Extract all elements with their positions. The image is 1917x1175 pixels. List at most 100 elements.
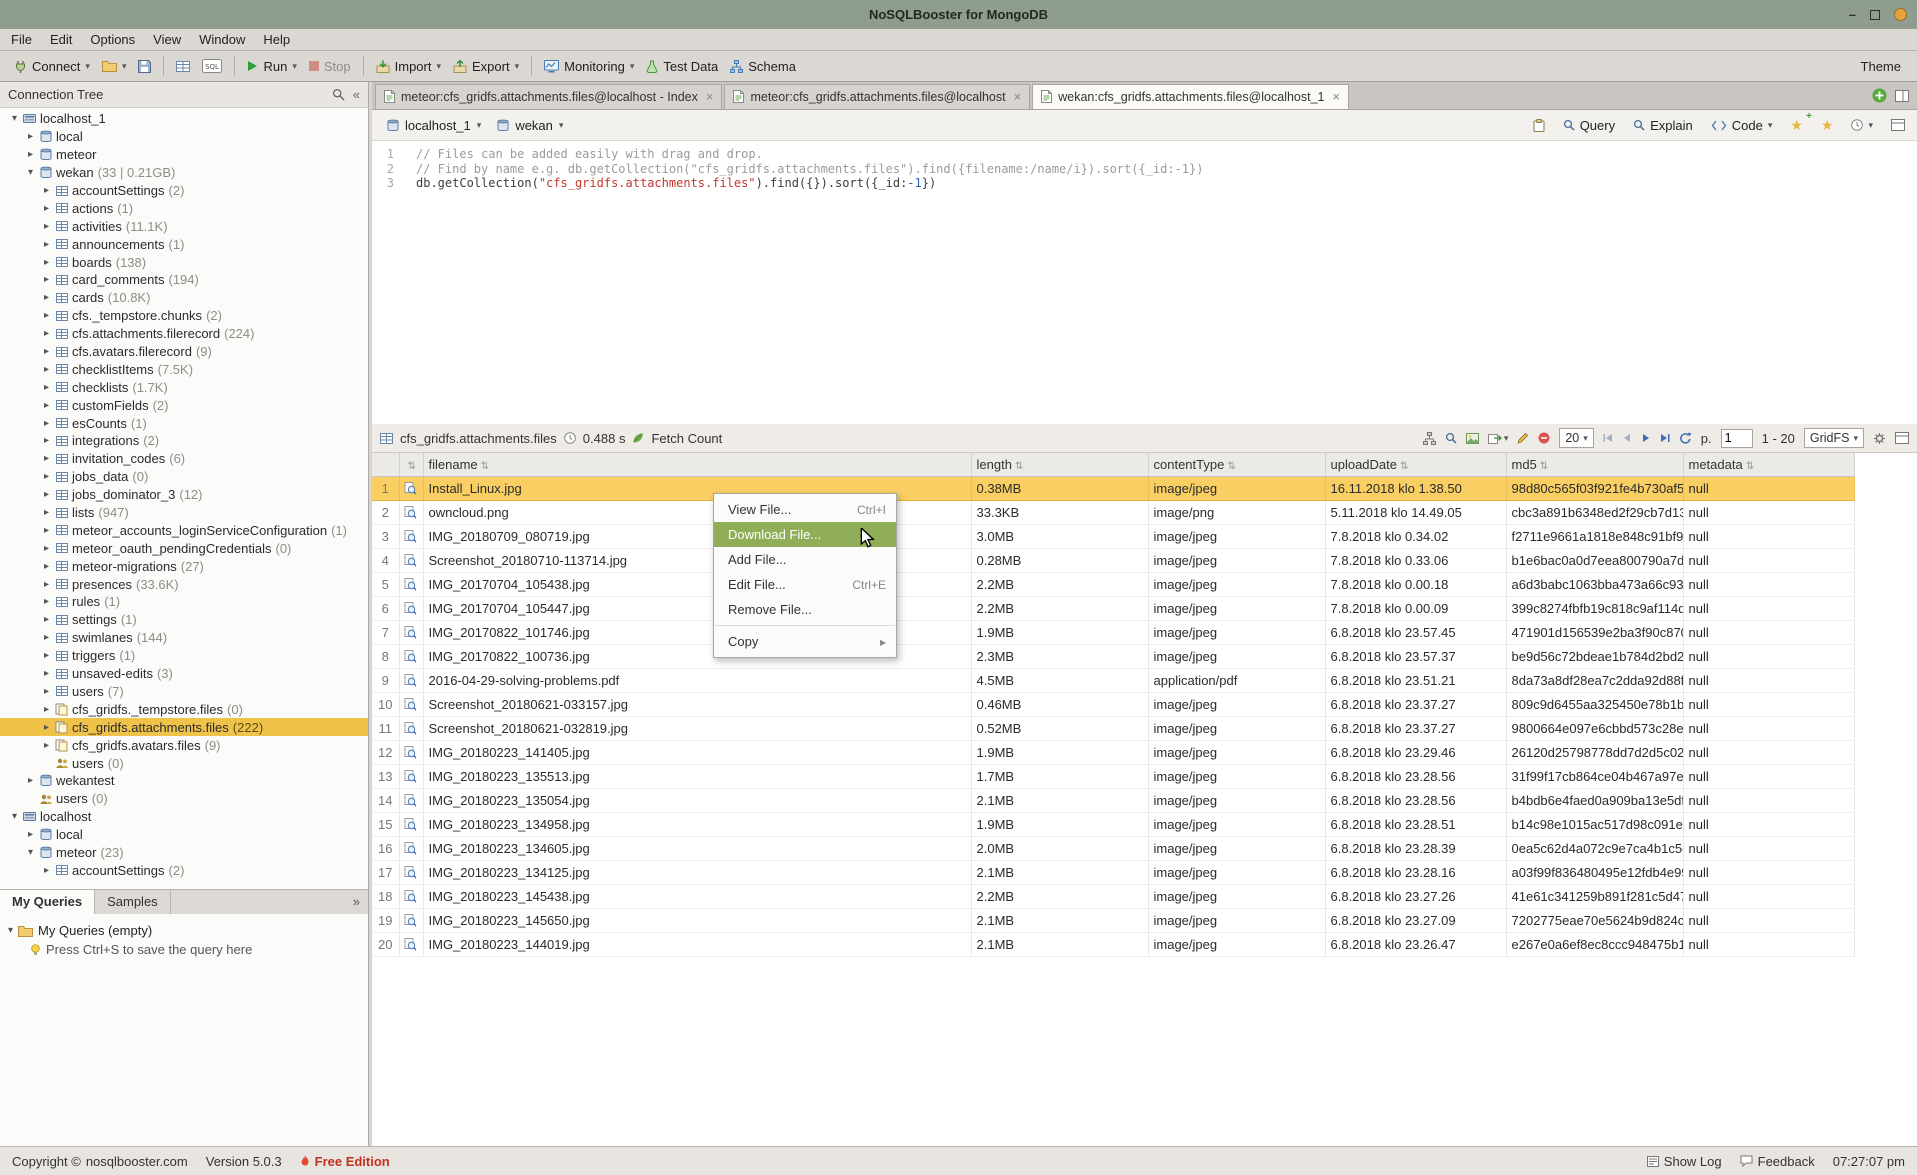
- tree-item-announcements[interactable]: ▸announcements(1): [0, 235, 368, 253]
- cell-filename[interactable]: IMG_20180223_144019.jpg: [423, 932, 971, 956]
- tree-arrow-icon[interactable]: ▾: [8, 113, 21, 124]
- tab-meteor-cfs-gridfs-attachments-files-localhost-index[interactable]: meteor:cfs_gridfs.attachments.files@loca…: [375, 84, 722, 109]
- tree-arrow-icon[interactable]: ▾: [8, 811, 21, 822]
- code-line[interactable]: // Find by name e.g. db.getCollection("c…: [416, 162, 1917, 177]
- tree-arrow-icon[interactable]: ▸: [40, 221, 53, 232]
- cell-contenttype[interactable]: image/jpeg: [1148, 548, 1325, 572]
- table-row[interactable]: 8IMG_20170822_100736.jpg2.3MBimage/jpeg6…: [372, 644, 1854, 668]
- tree-arrow-icon[interactable]: ▸: [40, 346, 53, 357]
- preview-magnifier-icon[interactable]: [399, 740, 423, 764]
- tree-item-wekan[interactable]: ▾wekan(33 | 0.21GB): [0, 164, 368, 182]
- tree-item-escounts[interactable]: ▸esCounts(1): [0, 414, 368, 432]
- cell-uploaddate[interactable]: 6.8.2018 klo 23.28.56: [1325, 764, 1506, 788]
- tree-arrow-icon[interactable]: ▸: [40, 579, 53, 590]
- tree-arrow-icon[interactable]: ▸: [40, 614, 53, 625]
- tree-arrow-icon[interactable]: ▸: [40, 203, 53, 214]
- cell-metadata[interactable]: null: [1683, 644, 1854, 668]
- cell-contenttype[interactable]: image/jpeg: [1148, 524, 1325, 548]
- cell-metadata[interactable]: null: [1683, 572, 1854, 596]
- tree-arrow-icon[interactable]: ▸: [40, 382, 53, 393]
- cell-md5[interactable]: b14c98e1015ac517d98c091ead: [1506, 812, 1683, 836]
- cell-metadata[interactable]: null: [1683, 596, 1854, 620]
- tree-item-jobs-dominator-3[interactable]: ▸jobs_dominator_3(12): [0, 486, 368, 504]
- preview-magnifier-icon[interactable]: [399, 644, 423, 668]
- preview-magnifier-icon[interactable]: [399, 932, 423, 956]
- cell-metadata[interactable]: null: [1683, 620, 1854, 644]
- table-row[interactable]: 2owncloud.png33.3KBimage/png5.11.2018 kl…: [372, 500, 1854, 524]
- cell-uploaddate[interactable]: 6.8.2018 klo 23.51.21: [1325, 668, 1506, 692]
- cell-metadata[interactable]: null: [1683, 476, 1854, 500]
- cell-length[interactable]: 1.9MB: [971, 740, 1148, 764]
- tree-arrow-icon[interactable]: ▸: [40, 865, 53, 876]
- menu-window[interactable]: Window: [190, 30, 254, 49]
- cell-metadata[interactable]: null: [1683, 860, 1854, 884]
- tree-item-accountsettings[interactable]: ▸accountSettings(2): [0, 182, 368, 200]
- tree-item-lists[interactable]: ▸lists(947): [0, 504, 368, 522]
- tree-item-local[interactable]: ▸local: [0, 128, 368, 146]
- menu-item-copy[interactable]: Copy▸: [714, 629, 896, 654]
- tab-meteor-cfs-gridfs-attachments-files-localhost[interactable]: meteor:cfs_gridfs.attachments.files@loca…: [724, 84, 1030, 109]
- tree-arrow-icon[interactable]: ▸: [40, 632, 53, 643]
- explain-button[interactable]: Explain: [1629, 115, 1697, 136]
- site-link[interactable]: nosqlbooster.com: [86, 1154, 188, 1169]
- query-editor[interactable]: 123 // Files can be added easily with dr…: [372, 141, 1917, 424]
- tree-arrow-icon[interactable]: ▸: [40, 525, 53, 536]
- cell-metadata[interactable]: null: [1683, 668, 1854, 692]
- tree-item-users[interactable]: users(0): [0, 790, 368, 808]
- open-file-button[interactable]: ▾: [96, 56, 133, 76]
- preview-magnifier-icon[interactable]: [399, 524, 423, 548]
- tree-item-users[interactable]: ▸users(7): [0, 683, 368, 701]
- tree-item-cfs-tempstore-chunks[interactable]: ▸cfs._tempstore.chunks(2): [0, 307, 368, 325]
- tree-arrow-icon[interactable]: ▸: [40, 704, 53, 715]
- cell-filename[interactable]: IMG_20180223_145650.jpg: [423, 908, 971, 932]
- test-data-button[interactable]: Test Data: [640, 55, 724, 78]
- table-row[interactable]: 5IMG_20170704_105438.jpg2.2MBimage/jpeg7…: [372, 572, 1854, 596]
- tree-arrow-icon[interactable]: ▸: [40, 274, 53, 285]
- tab-samples[interactable]: Samples: [95, 890, 171, 914]
- editor-code[interactable]: // Files can be added easily with drag a…: [402, 141, 1917, 424]
- connection-selector[interactable]: localhost_1 ▾: [380, 115, 488, 136]
- cell-metadata[interactable]: null: [1683, 692, 1854, 716]
- settings-gear-icon[interactable]: [1873, 432, 1886, 445]
- tree-item-jobs-data[interactable]: ▸jobs_data(0): [0, 468, 368, 486]
- prev-page-button[interactable]: [1622, 433, 1632, 443]
- tree-arrow-icon[interactable]: ▸: [40, 650, 53, 661]
- header-contenttype[interactable]: contentType⇅: [1148, 453, 1325, 476]
- edit-document-icon[interactable]: [1517, 432, 1529, 444]
- cell-metadata[interactable]: null: [1683, 788, 1854, 812]
- table-row[interactable]: 92016-04-29-solving-problems.pdf4.5MBapp…: [372, 668, 1854, 692]
- cell-uploaddate[interactable]: 6.8.2018 klo 23.37.27: [1325, 716, 1506, 740]
- table-row[interactable]: 12IMG_20180223_141405.jpg1.9MBimage/jpeg…: [372, 740, 1854, 764]
- cell-metadata[interactable]: null: [1683, 908, 1854, 932]
- tree-item-customfields[interactable]: ▸customFields(2): [0, 396, 368, 414]
- cell-length[interactable]: 0.52MB: [971, 716, 1148, 740]
- tree-item-integrations[interactable]: ▸integrations(2): [0, 432, 368, 450]
- tree-item-activities[interactable]: ▸activities(11.1K): [0, 217, 368, 235]
- collapse-sidebar-icon[interactable]: «: [353, 87, 360, 102]
- tree-item-presences[interactable]: ▸presences(33.6K): [0, 575, 368, 593]
- cell-contenttype[interactable]: image/jpeg: [1148, 740, 1325, 764]
- cell-contenttype[interactable]: image/jpeg: [1148, 932, 1325, 956]
- table-row[interactable]: 20IMG_20180223_144019.jpg2.1MBimage/jpeg…: [372, 932, 1854, 956]
- cell-length[interactable]: 0.28MB: [971, 548, 1148, 572]
- tree-arrow-icon[interactable]: ▸: [40, 400, 53, 411]
- expand-tabs-icon[interactable]: »: [353, 890, 368, 914]
- tree-arrow-icon[interactable]: ▸: [40, 740, 53, 751]
- theme-button[interactable]: Theme: [1853, 55, 1909, 78]
- tree-item-settings[interactable]: ▸settings(1): [0, 611, 368, 629]
- tree-item-actions[interactable]: ▸actions(1): [0, 199, 368, 217]
- header-uploaddate[interactable]: uploadDate⇅: [1325, 453, 1506, 476]
- table-row[interactable]: 3IMG_20180709_080719.jpg3.0MBimage/jpeg7…: [372, 524, 1854, 548]
- table-view-button[interactable]: [170, 56, 196, 77]
- menu-help[interactable]: Help: [254, 30, 299, 49]
- cell-uploaddate[interactable]: 6.8.2018 klo 23.28.16: [1325, 860, 1506, 884]
- tree-item-localhost-1[interactable]: ▾localhost_1: [0, 110, 368, 128]
- menu-item-remove-file[interactable]: Remove File...: [714, 597, 896, 622]
- show-log-button[interactable]: Show Log: [1647, 1154, 1722, 1169]
- cell-filename[interactable]: IMG_20180223_135513.jpg: [423, 764, 971, 788]
- preview-magnifier-icon[interactable]: [399, 788, 423, 812]
- cell-md5[interactable]: b1e6bac0a0d7eea800790a7d47: [1506, 548, 1683, 572]
- cell-uploaddate[interactable]: 6.8.2018 klo 23.27.26: [1325, 884, 1506, 908]
- cell-uploaddate[interactable]: 6.8.2018 klo 23.28.51: [1325, 812, 1506, 836]
- cell-contenttype[interactable]: image/jpeg: [1148, 596, 1325, 620]
